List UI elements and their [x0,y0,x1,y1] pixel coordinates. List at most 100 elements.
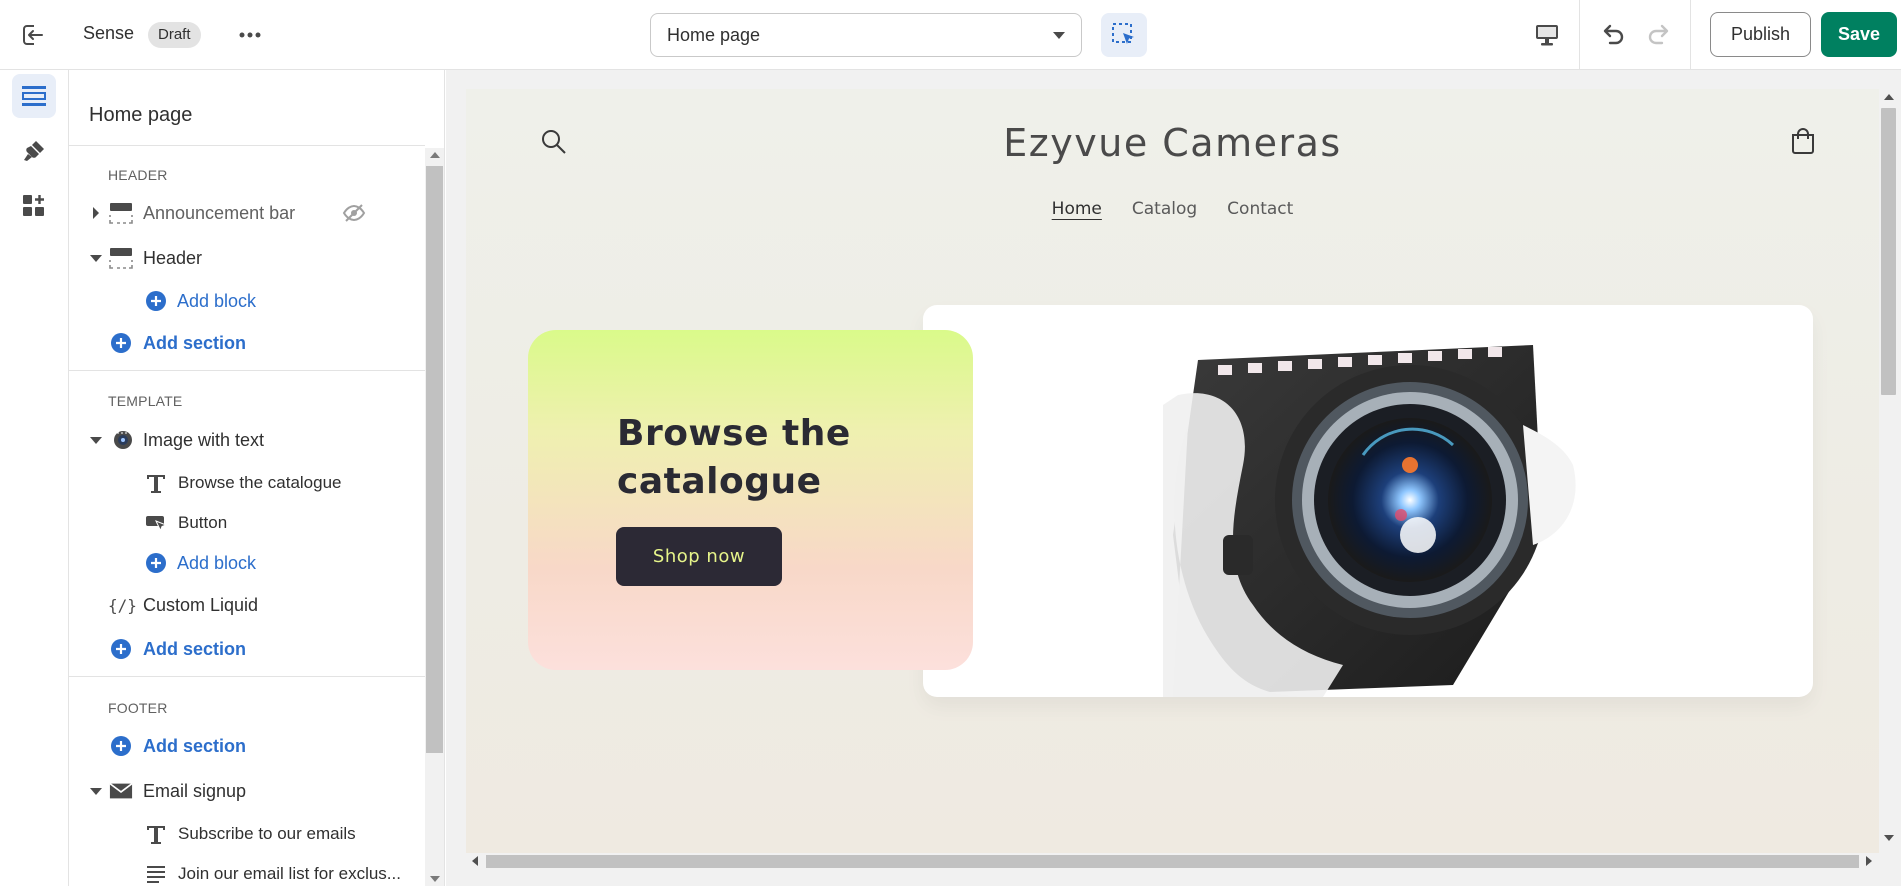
add-section-label: Add section [143,735,247,756]
paintbrush-icon [24,141,44,161]
desktop-preview-icon[interactable] [1530,18,1564,52]
sections-icon [22,86,46,106]
scroll-down-arrow[interactable] [1884,835,1894,841]
group-label-template: TEMPLATE [108,393,183,409]
redo-icon[interactable] [1642,18,1676,52]
divider [1690,0,1691,70]
theme-name: Sense [83,23,135,43]
page-select[interactable]: Home page [650,13,1082,57]
image-with-text-heading[interactable]: Browse the catalogue [617,410,851,506]
section-label: Image with text [143,429,265,450]
chevron-down-icon [1053,32,1065,39]
collapse-icon[interactable] [90,788,102,795]
preview-vertical-scrollbar-thumb[interactable] [1881,108,1896,395]
preview-horizontal-scrollbar-thumb[interactable] [486,855,1859,868]
hidden-eye-icon[interactable] [342,201,366,225]
storefront-preview[interactable]: Ezyvue Cameras Home Catalog Contact Brow… [466,89,1879,853]
apps-tab[interactable] [12,184,56,228]
block-heading[interactable]: Subscribe to our emails [69,816,425,852]
add-section-button[interactable]: Add section [69,325,425,361]
section-custom-liquid[interactable]: {/} Custom Liquid [69,587,425,623]
block-label: Join our email list for exclus... [178,864,401,883]
left-rail [0,70,69,886]
inspector-button[interactable] [1101,13,1147,57]
block-button[interactable]: Button [69,505,425,541]
undo-icon[interactable] [1596,18,1630,52]
block-label: Subscribe to our emails [178,824,356,843]
text-card: Browse the catalogue Shop now [528,330,973,670]
add-block-label: Add block [177,290,257,311]
plus-circle-icon [109,637,133,661]
divider [69,370,425,371]
sidebar-scrollbar-thumb[interactable] [426,166,443,753]
collapse-icon[interactable] [90,255,102,262]
group-label-footer: FOOTER [108,700,168,716]
add-section-label: Add section [143,332,247,353]
section-announcement-bar[interactable]: Announcement bar [69,195,425,231]
save-button[interactable]: Save [1821,12,1897,57]
sections-sidebar: Home page HEADER Announcement bar Header… [69,70,445,886]
top-bar: Sense Draft Home page Publish Save [0,0,1901,70]
sections-tab[interactable] [12,74,56,118]
plus-circle-icon [144,551,168,575]
publish-button[interactable]: Publish [1710,12,1811,57]
section-label: Announcement bar [143,202,296,223]
scroll-right-arrow[interactable] [1866,856,1872,866]
theme-settings-tab[interactable] [12,129,56,173]
scroll-down-arrow[interactable] [430,876,440,882]
image-card[interactable] [923,305,1813,697]
section-label: Header [143,247,203,268]
scroll-up-arrow[interactable] [430,152,440,158]
divider [1579,0,1580,70]
section-header[interactable]: Header [69,240,425,276]
status-badge: Draft [148,22,201,48]
heading-line: catalogue [617,461,822,502]
plus-circle-icon [109,734,133,758]
add-block-label: Add block [177,552,257,573]
button-icon [144,511,168,535]
select-element-icon [1112,23,1134,44]
envelope-icon [109,779,133,803]
add-block-button[interactable]: Add block [69,283,425,319]
block-label: Button [178,513,228,532]
block-heading[interactable]: Browse the catalogue [69,465,425,501]
sidebar-title: Home page [89,104,193,126]
nav-link-catalog[interactable]: Catalog [1132,199,1197,219]
camera-lens-image [1163,345,1576,697]
collapse-icon[interactable] [90,437,102,444]
add-section-label: Add section [143,638,247,659]
add-section-button[interactable]: Add section [69,728,425,764]
apps-add-icon [23,195,44,216]
section-header-icon [109,246,133,270]
page-select-value: Home page [667,25,761,45]
text-icon [144,822,168,846]
code-icon: {/} [107,593,137,617]
block-label: Browse the catalogue [178,473,342,492]
block-paragraph[interactable]: Join our email list for exclus... [69,856,425,886]
expand-icon[interactable] [93,207,99,219]
main-nav: Home Catalog Contact [466,199,1879,219]
more-options-icon[interactable] [235,20,265,50]
section-email-signup[interactable]: Email signup [69,773,425,809]
add-block-button[interactable]: Add block [69,545,425,581]
scroll-up-arrow[interactable] [1884,94,1894,100]
divider [69,145,425,146]
add-section-button[interactable]: Add section [69,631,425,667]
section-image-with-text[interactable]: Image with text [69,422,425,458]
svg-text:{/}: {/} [108,596,137,615]
cart-icon[interactable] [1787,125,1819,157]
section-label: Email signup [143,780,247,801]
image-thumbnail-icon [111,428,135,452]
shop-now-button[interactable]: Shop now [616,527,782,586]
nav-link-contact[interactable]: Contact [1227,199,1293,219]
nav-link-home[interactable]: Home [1052,199,1102,219]
exit-icon[interactable] [18,20,48,50]
store-title[interactable]: Ezyvue Cameras [466,121,1879,165]
text-icon [144,471,168,495]
plus-circle-icon [109,331,133,355]
section-label: Custom Liquid [143,594,259,615]
section-header-icon [109,201,133,225]
plus-circle-icon [144,289,168,313]
scroll-left-arrow[interactable] [472,856,478,866]
paragraph-icon [144,862,168,886]
